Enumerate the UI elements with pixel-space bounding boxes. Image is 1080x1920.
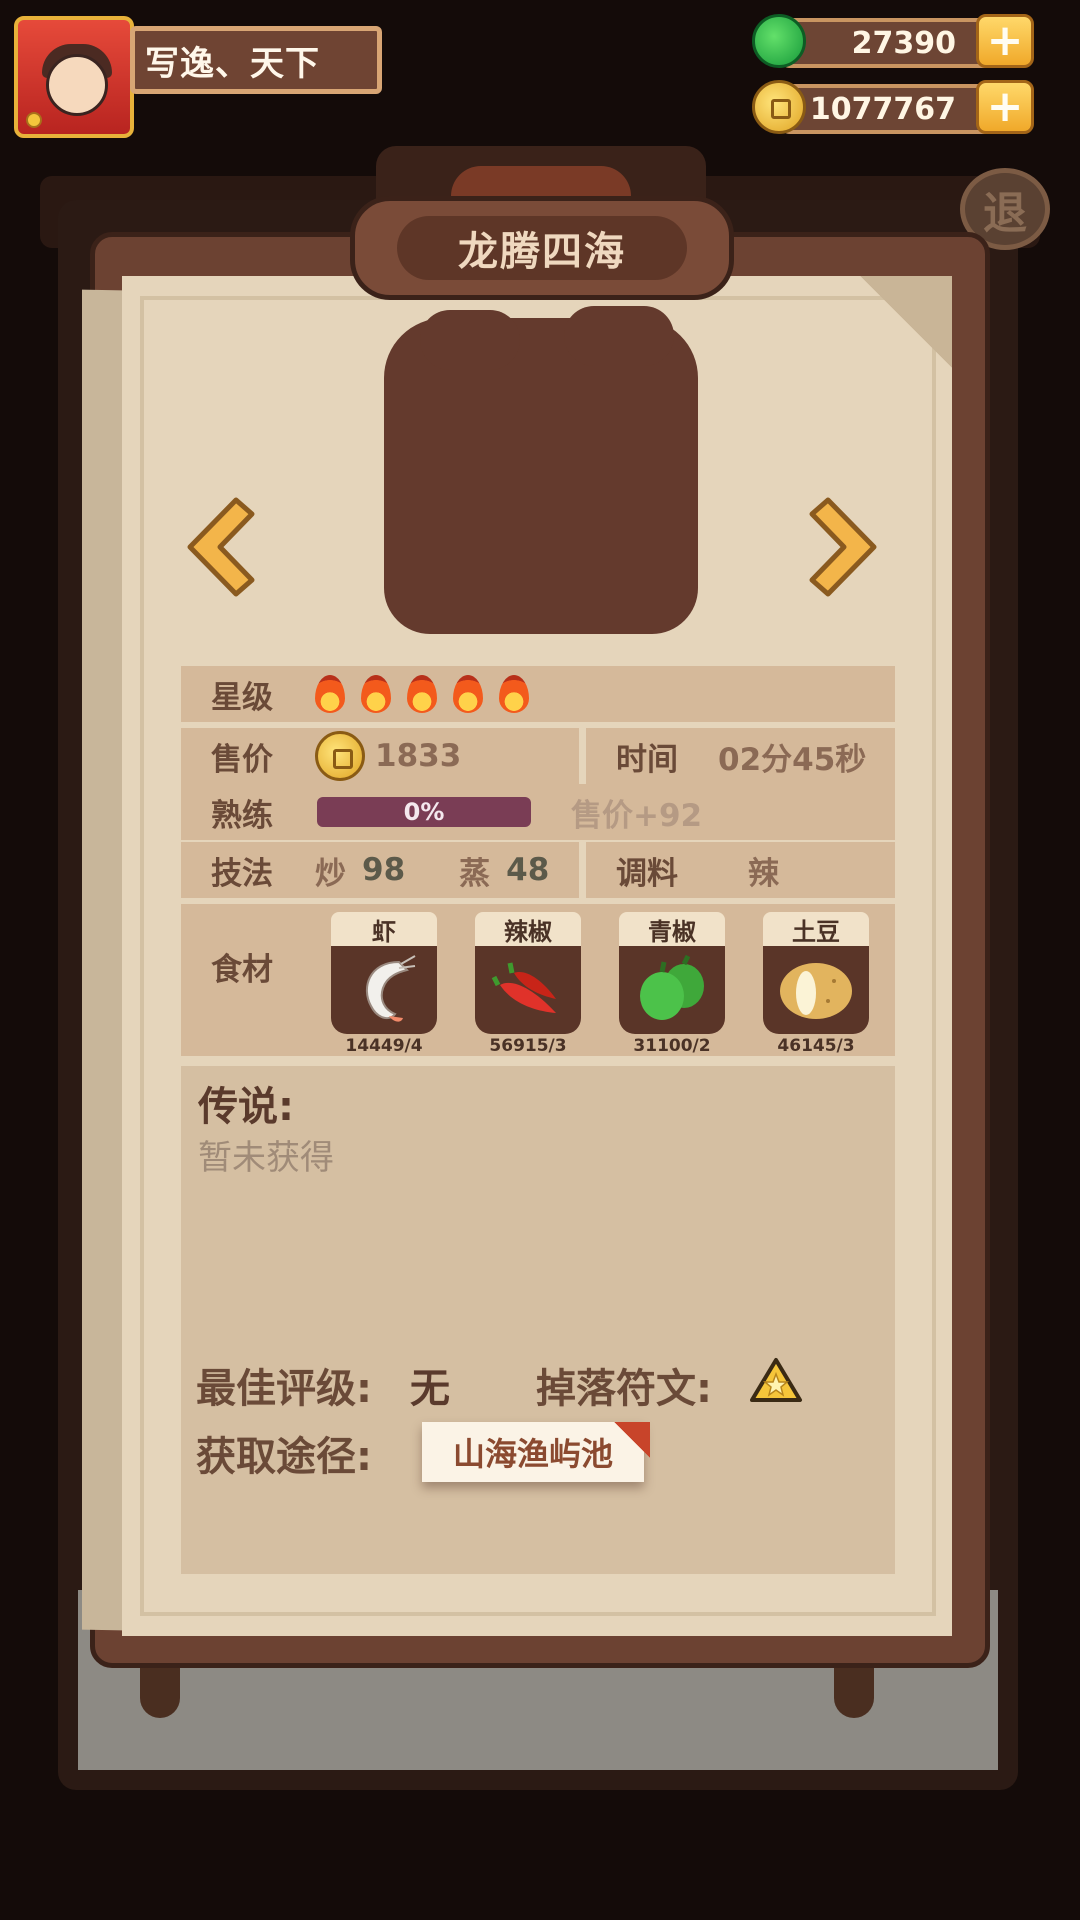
green-pepper-icon [640, 954, 704, 1020]
ingredient-green-pepper[interactable]: 青椒 31100/2 [619, 912, 725, 1056]
technique-name: 蒸 [459, 855, 491, 892]
ingredient-potato[interactable]: 土豆 46145/3 [763, 912, 869, 1056]
time-row: 时间 02分45秒 [586, 728, 895, 784]
add-jade-button[interactable]: + [976, 14, 1034, 68]
flame-star-icon [407, 675, 437, 713]
time-value: 02分45秒 [718, 741, 867, 778]
flame-star-icon [315, 675, 345, 713]
paper-shadow [82, 289, 122, 1631]
proficiency-label: 熟练 [211, 797, 273, 834]
ingredient-shrimp[interactable]: 虾 14449/4 [331, 912, 437, 1056]
technique-stir-fry: 炒 98 [301, 848, 405, 893]
price-row: 售价 1833 [181, 728, 579, 784]
chevron-right-icon [809, 497, 877, 597]
next-dish-button[interactable] [806, 492, 886, 602]
proficiency-bonus: 售价+92 [571, 797, 703, 834]
source-label: 获取途径: [196, 1434, 372, 1480]
prev-dish-button[interactable] [178, 492, 258, 602]
seasoning-value: 辣 [748, 855, 779, 892]
player-avatar[interactable] [14, 16, 134, 138]
coin-icon [752, 80, 806, 134]
proficiency-row: 熟练 0% 售价+92 [181, 784, 895, 840]
flame-star-icon [453, 675, 483, 713]
ingredient-count: 56915/3 [489, 1036, 567, 1056]
potato-icon [780, 963, 852, 1019]
chili-icon [491, 962, 556, 1013]
seasoning-row: 调料 辣 [586, 842, 895, 898]
legend-text: 暂未获得 [198, 1138, 334, 1178]
chevron-left-icon [187, 497, 255, 597]
proficiency-progress-bar: 0% [317, 797, 531, 827]
title-banner: 龙腾四海 [350, 196, 734, 300]
ingredient-name: 辣椒 [475, 912, 581, 946]
technique-name: 炒 [315, 855, 346, 892]
add-coins-button[interactable]: + [976, 80, 1034, 134]
ingredient-chili[interactable]: 辣椒 56915/3 [475, 912, 581, 1056]
player-name: 写逸、天下 [130, 26, 382, 94]
technique-value: 98 [362, 852, 406, 888]
star-flames [315, 675, 529, 713]
technique-label: 技法 [211, 855, 273, 892]
paper-fold-corner [860, 276, 952, 368]
star-rating-row: 星级 [181, 666, 895, 722]
coin-icon [315, 731, 365, 781]
shrimp-icon [366, 955, 416, 1022]
ingredient-count: 31100/2 [633, 1036, 711, 1056]
seasoning-label: 调料 [616, 855, 678, 892]
dish-silhouette [384, 306, 698, 634]
star-rune-icon[interactable] [748, 1356, 804, 1406]
technique-steam: 蒸 48 [445, 848, 549, 893]
flame-star-icon [361, 675, 391, 713]
source-location-button[interactable]: 山海渔屿池 [422, 1422, 650, 1482]
ingredient-name: 土豆 [763, 912, 869, 946]
stars-label: 星级 [211, 679, 273, 716]
dish-title: 龙腾四海 [397, 216, 687, 280]
drop-rune-label: 掉落符文: [536, 1366, 712, 1412]
ingredients-label: 食材 [211, 952, 273, 988]
ingredient-count: 14449/4 [345, 1036, 423, 1056]
ingredient-count: 46145/3 [777, 1036, 855, 1056]
price-value: 1833 [375, 738, 462, 774]
best-grade-label: 最佳评级: [196, 1366, 372, 1412]
legend-title: 传说: [198, 1084, 294, 1130]
ingredient-name: 青椒 [619, 912, 725, 946]
ingredients-row: 食材 虾 14449/4 辣椒 56915/3 青椒 31100/2 土豆 46… [181, 904, 895, 1056]
price-label: 售价 [211, 741, 273, 778]
flame-star-icon [499, 675, 529, 713]
time-label: 时间 [616, 741, 678, 778]
jade-icon [752, 14, 806, 68]
technique-row: 技法 炒 98 蒸 48 [181, 842, 579, 898]
ingredient-name: 虾 [331, 912, 437, 946]
technique-value: 48 [506, 852, 550, 888]
best-grade-value: 无 [410, 1366, 450, 1412]
